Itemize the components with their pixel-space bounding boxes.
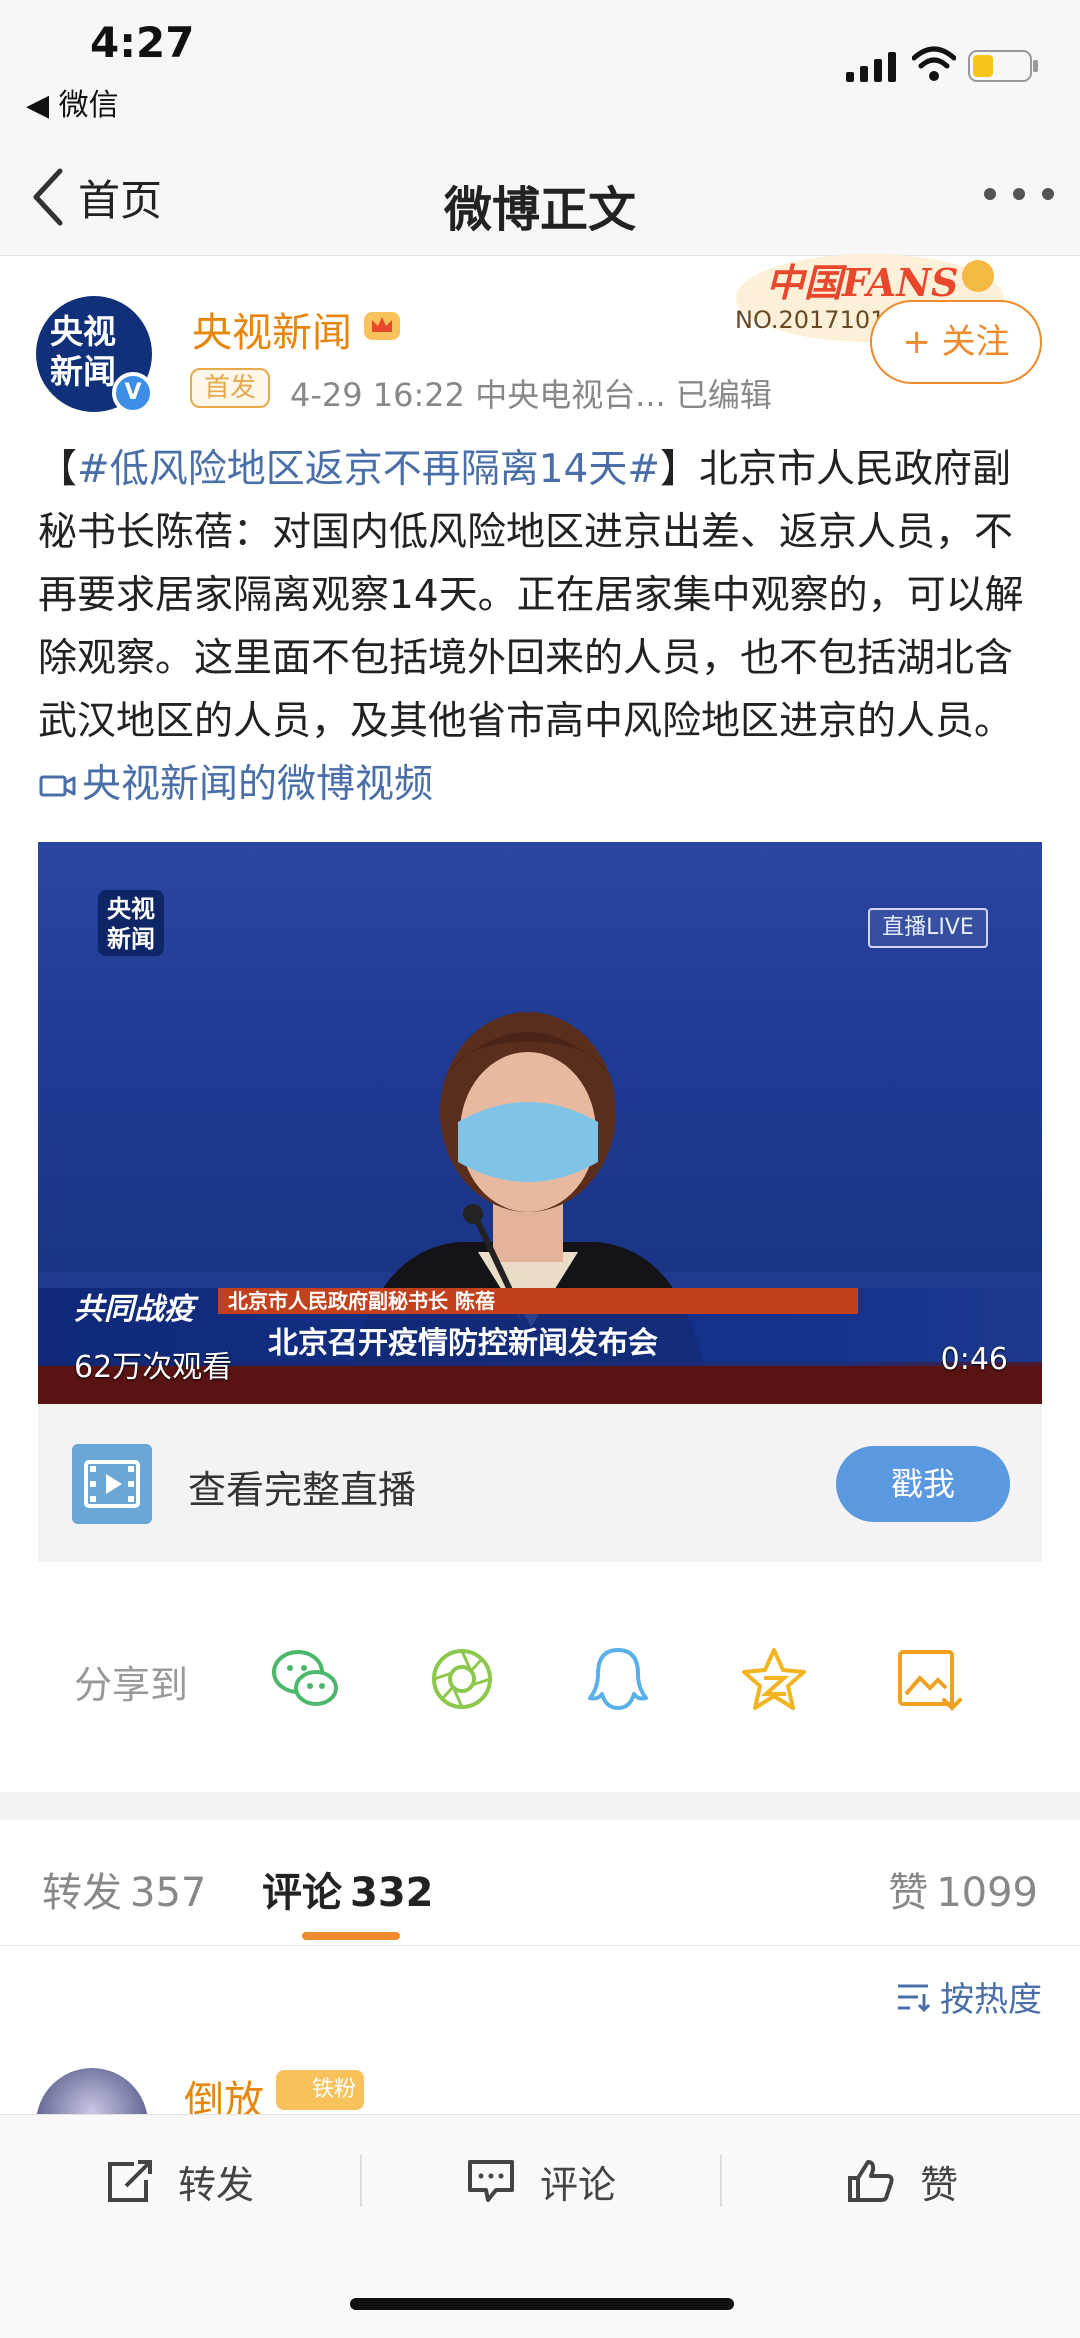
film-icon [72, 1444, 152, 1524]
tab-reposts-label: 转发 [42, 1870, 122, 1916]
author-name[interactable]: 央视新闻 [192, 300, 352, 358]
qq-icon[interactable] [582, 1644, 654, 1714]
watch-live-button[interactable]: 戳我 [836, 1446, 1010, 1522]
first-release-tag: 首发 [190, 368, 270, 408]
comment-icon [468, 2160, 514, 2202]
vip-crown-icon [364, 312, 400, 340]
live-tag: 直播LIVE [868, 908, 988, 948]
hashtag-link[interactable]: #低风险地区返京不再隔离14天# [77, 447, 660, 492]
thumbs-up-icon [848, 2160, 894, 2202]
repost-button[interactable]: 转发 [104, 2151, 254, 2211]
qzone-icon[interactable] [738, 1644, 810, 1714]
fans-badge-title: 中国FANS [766, 260, 959, 305]
section-divider [0, 1792, 1080, 1820]
post-meta: 4-29 16:22 中央电视台... 已编辑 [290, 376, 772, 414]
post-body: 【#低风险地区返京不再隔离14天#】北京市人民政府副秘书长陈蓓：对国内低风险地区… [38, 438, 1048, 816]
sort-icon [898, 1984, 930, 2012]
sort-button[interactable]: 按热度 [896, 1972, 1042, 2021]
tab-reposts[interactable]: 转发 357 [42, 1860, 206, 1918]
more-icon[interactable] [984, 188, 1054, 204]
fans-badge-number: NO.2017101 [735, 306, 886, 334]
wechat-icon[interactable] [270, 1644, 342, 1714]
nav-bar: 首页 微博正文 [0, 140, 1080, 256]
tab-likes-label: 赞 [888, 1870, 929, 1916]
full-live-card[interactable]: 查看完整直播 戳我 [38, 1404, 1042, 1562]
video-duration: 0:46 [940, 1342, 1008, 1377]
active-tab-indicator [302, 1932, 400, 1940]
channel-logo: 央视新闻 [98, 890, 164, 956]
status-time: 4:27 [90, 18, 195, 67]
fan-badge: 铁粉 [276, 2070, 364, 2110]
comment-button[interactable]: 评论 [466, 2151, 616, 2211]
home-indicator [350, 2298, 734, 2310]
moments-icon[interactable] [426, 1644, 498, 1714]
repost-label: 转发 [178, 2162, 255, 2207]
full-live-label: 查看完整直播 [188, 1468, 417, 1512]
tab-comments[interactable]: 评论 332 [262, 1860, 434, 1918]
like-button[interactable]: 赞 [846, 2151, 958, 2211]
video-player[interactable]: 央视新闻 直播LIVE 北京市人民政府副秘书长 陈蓓 北京召开疫情防控新闻发布会… [38, 842, 1042, 1404]
tab-likes[interactable]: 赞 1099 [888, 1860, 1038, 1918]
lower-third-headline: 北京召开疫情防控新闻发布会 [268, 1326, 658, 1361]
back-to-app-link[interactable]: ◀ 微信 [26, 80, 119, 124]
save-image-icon[interactable] [894, 1644, 966, 1714]
sort-label: 按热度 [940, 1980, 1042, 2020]
wifi-icon [912, 46, 956, 81]
signal-icon [846, 52, 896, 82]
status-bar: 4:27 ◀ 微信 [0, 0, 1080, 140]
tab-comments-count: 332 [350, 1870, 434, 1916]
like-label: 赞 [920, 2162, 959, 2207]
video-link-label: 央视新闻的微博视频 [82, 762, 434, 807]
campaign-logo: 共同战疫 [74, 1292, 194, 1327]
page-title: 微博正文 [443, 182, 636, 238]
repost-icon [108, 2160, 152, 2202]
tab-comments-label: 评论 [262, 1870, 342, 1916]
share-label: 分享到 [74, 1663, 189, 1707]
interaction-tabs: 转发 357 评论 332 赞 1099 [0, 1820, 1080, 1946]
bracket-open: 【 [38, 447, 78, 492]
comment-label: 评论 [540, 2162, 617, 2207]
tab-likes-count: 1099 [936, 1870, 1038, 1916]
verified-badge-icon: V [112, 372, 154, 414]
video-camera-icon [39, 775, 76, 797]
follow-button[interactable]: + 关注 [870, 300, 1042, 384]
lower-third-title: 北京市人民政府副秘书长 陈蓓 [218, 1288, 858, 1314]
view-count: 62万次观看 [74, 1350, 233, 1385]
video-link[interactable]: 央视新闻的微博视频 [38, 762, 433, 807]
battery-icon [968, 50, 1038, 82]
tab-reposts-count: 357 [130, 1870, 207, 1916]
